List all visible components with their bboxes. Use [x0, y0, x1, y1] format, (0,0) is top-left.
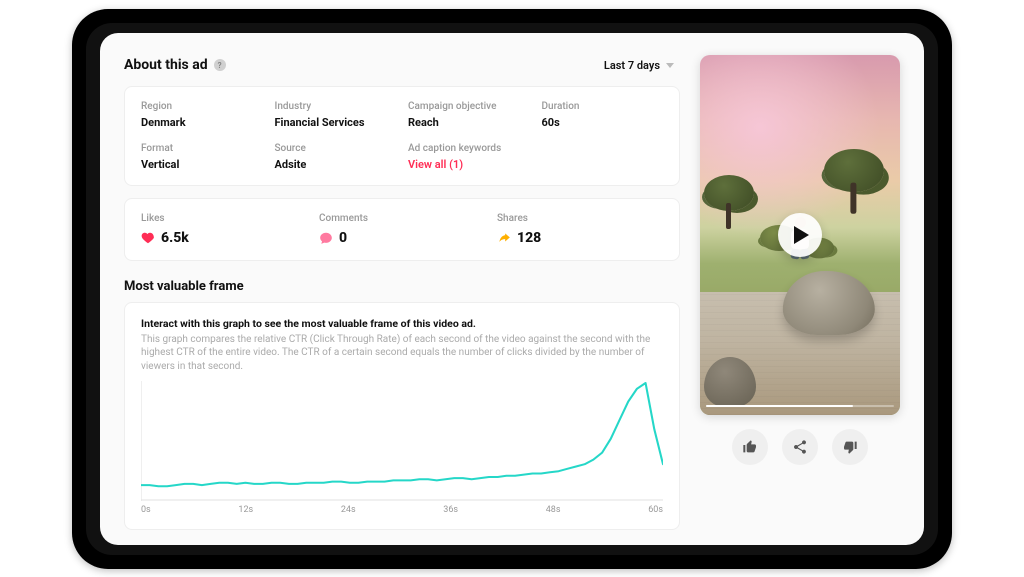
chart-card: Interact with this graph to see the most…	[124, 302, 680, 531]
left-column: About this ad ? Last 7 days Region Denma…	[124, 55, 680, 537]
heart-icon	[141, 231, 155, 245]
meta-label: Format	[141, 143, 263, 154]
meta-region: Region Denmark	[141, 101, 263, 129]
shares-value: 128	[517, 230, 541, 246]
meta-label: Campaign objective	[408, 101, 530, 112]
x-tick: 36s	[443, 505, 458, 515]
comments-block: Comments 0	[319, 213, 485, 246]
x-tick: 12s	[238, 505, 253, 515]
meta-label: Region	[141, 101, 263, 112]
header-row: About this ad ? Last 7 days	[124, 55, 680, 76]
meta-objective: Campaign objective Reach	[408, 101, 530, 129]
device-bezel: About this ad ? Last 7 days Region Denma…	[86, 23, 938, 555]
ctr-line-chart[interactable]	[141, 381, 663, 501]
chevron-down-icon	[666, 63, 674, 68]
share-node-icon	[792, 439, 808, 455]
shares-block: Shares 128	[497, 213, 663, 246]
play-button[interactable]	[778, 213, 822, 257]
meta-label: Industry	[275, 101, 397, 112]
thumbs-down-button[interactable]	[832, 429, 868, 465]
app-screen: About this ad ? Last 7 days Region Denma…	[100, 33, 924, 545]
x-tick: 24s	[341, 505, 356, 515]
meta-value: 60s	[542, 116, 664, 129]
share-arrow-icon	[497, 231, 511, 245]
x-tick: 0s	[141, 505, 151, 515]
meta-label: Duration	[542, 101, 664, 112]
device-frame: About this ad ? Last 7 days Region Denma…	[72, 9, 952, 569]
ad-video-preview[interactable]	[700, 55, 900, 415]
meta-value: Financial Services	[275, 116, 397, 129]
date-range-label: Last 7 days	[604, 59, 660, 72]
thumbs-down-icon	[842, 439, 858, 455]
page-title-wrap: About this ad ?	[124, 57, 226, 73]
meta-value: Vertical	[141, 158, 263, 171]
scene-tree	[824, 149, 896, 221]
comments-label: Comments	[319, 213, 485, 224]
meta-label: Source	[275, 143, 397, 154]
video-progress-bar[interactable]	[706, 405, 894, 407]
meta-keywords: Ad caption keywords View all (1)	[408, 143, 530, 171]
chart-area[interactable]: 0s 12s 24s 36s 48s 60s	[141, 381, 663, 515]
x-tick: 60s	[648, 505, 663, 515]
likes-block: Likes 6.5k	[141, 213, 307, 246]
shares-label: Shares	[497, 213, 663, 224]
chart-instruction: Interact with this graph to see the most…	[141, 317, 663, 330]
right-column	[700, 55, 900, 537]
view-all-keywords-link[interactable]: View all (1)	[408, 158, 530, 171]
meta-format: Format Vertical	[141, 143, 263, 171]
chart-instruction-sub: This graph compares the relative CTR (Cl…	[141, 333, 663, 374]
comment-icon	[319, 231, 333, 245]
date-range-selector[interactable]: Last 7 days	[598, 55, 680, 76]
likes-value: 6.5k	[161, 230, 189, 246]
play-icon	[794, 226, 809, 244]
page-title: About this ad	[124, 57, 208, 73]
thumbs-up-icon	[742, 439, 758, 455]
info-icon[interactable]: ?	[214, 59, 226, 71]
ad-meta-card: Region Denmark Industry Financial Servic…	[124, 86, 680, 186]
engagement-card: Likes 6.5k Comments 0 Shares	[124, 198, 680, 261]
likes-label: Likes	[141, 213, 307, 224]
scene-tree	[704, 175, 764, 235]
meta-source: Source Adsite	[275, 143, 397, 171]
meta-industry: Industry Financial Services	[275, 101, 397, 129]
feedback-actions	[700, 429, 900, 465]
meta-label: Ad caption keywords	[408, 143, 530, 154]
x-axis-ticks: 0s 12s 24s 36s 48s 60s	[141, 505, 663, 515]
meta-value: Denmark	[141, 116, 263, 129]
meta-value: Reach	[408, 116, 530, 129]
share-button[interactable]	[782, 429, 818, 465]
thumbs-up-button[interactable]	[732, 429, 768, 465]
x-tick: 48s	[546, 505, 561, 515]
meta-empty	[542, 143, 664, 171]
meta-grid: Region Denmark Industry Financial Servic…	[141, 101, 663, 171]
comments-value: 0	[339, 230, 347, 246]
meta-value: Adsite	[275, 158, 397, 171]
meta-duration: Duration 60s	[542, 101, 664, 129]
mvf-title: Most valuable frame	[124, 279, 680, 294]
